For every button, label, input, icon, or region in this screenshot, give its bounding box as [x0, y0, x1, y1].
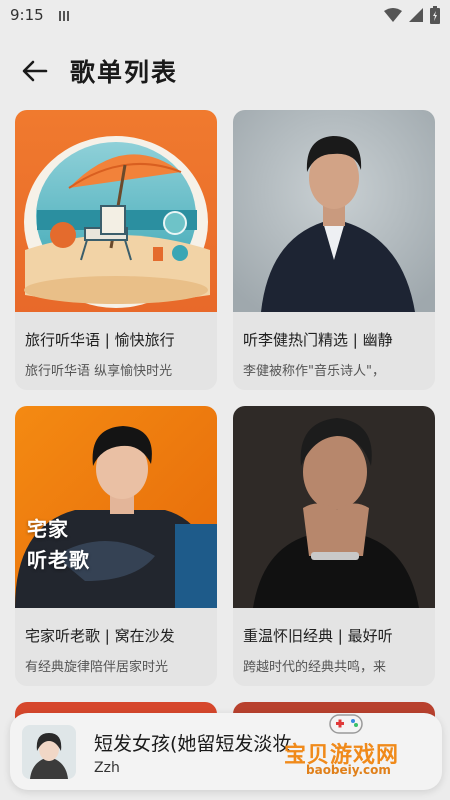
- playlist-description: 旅行听华语 纵享愉快时光: [25, 364, 173, 379]
- gamepad-icon: [329, 714, 363, 734]
- playlist-title: 宅家听老歌 | 窝在沙发: [25, 627, 175, 645]
- wifi-icon: [384, 7, 402, 27]
- now-playing-artwork: [22, 725, 76, 779]
- watermark-logo: 宝贝游戏网 baobeiy.com: [276, 705, 426, 785]
- status-bar: 9:15: [0, 0, 450, 30]
- cover-overlay-text: 宅家 听老歌: [27, 517, 90, 572]
- playlist-card[interactable]: 宅家 听老歌 宅家听老歌 | 窝在沙发 有经典旋律陪伴居家时光: [15, 406, 217, 686]
- playlist-card[interactable]: 听李健热门精选 | 幽静 李健被称作"音乐诗人"，: [233, 110, 435, 390]
- now-playing-artist: Zzh: [94, 760, 120, 776]
- playlist-description: 跨越时代的经典共鸣，来: [243, 660, 387, 675]
- playlist-title: 旅行听华语 | 愉快旅行: [25, 331, 175, 349]
- sim-icon: [58, 8, 72, 27]
- playlist-card[interactable]: 旅行听华语 | 愉快旅行 旅行听华语 纵享愉快时光: [15, 110, 217, 390]
- app-header: 歌单列表: [0, 48, 450, 94]
- playlist-cover-image: [233, 406, 435, 608]
- playlist-title: 听李健热门精选 | 幽静: [243, 331, 393, 349]
- playlist-description: 李健被称作"音乐诗人"，: [243, 364, 385, 379]
- playlist-cover-image: [233, 110, 435, 312]
- battery-icon: [430, 6, 440, 28]
- signal-icon: [408, 7, 424, 27]
- playlist-card[interactable]: 重温怀旧经典 | 最好听 跨越时代的经典共鸣，来: [233, 406, 435, 686]
- playlist-title: 重温怀旧经典 | 最好听: [243, 627, 393, 645]
- watermark-url: baobeiy.com: [306, 763, 391, 777]
- playlist-description: 有经典旋律陪伴居家时光: [25, 660, 169, 675]
- page-title: 歌单列表: [70, 58, 179, 87]
- playlist-cover-image: 宅家 听老歌: [15, 406, 217, 608]
- back-button[interactable]: [20, 58, 50, 84]
- arrow-left-icon: [22, 60, 48, 82]
- playlist-cover-image: [15, 110, 217, 312]
- status-time: 9:15: [10, 6, 44, 24]
